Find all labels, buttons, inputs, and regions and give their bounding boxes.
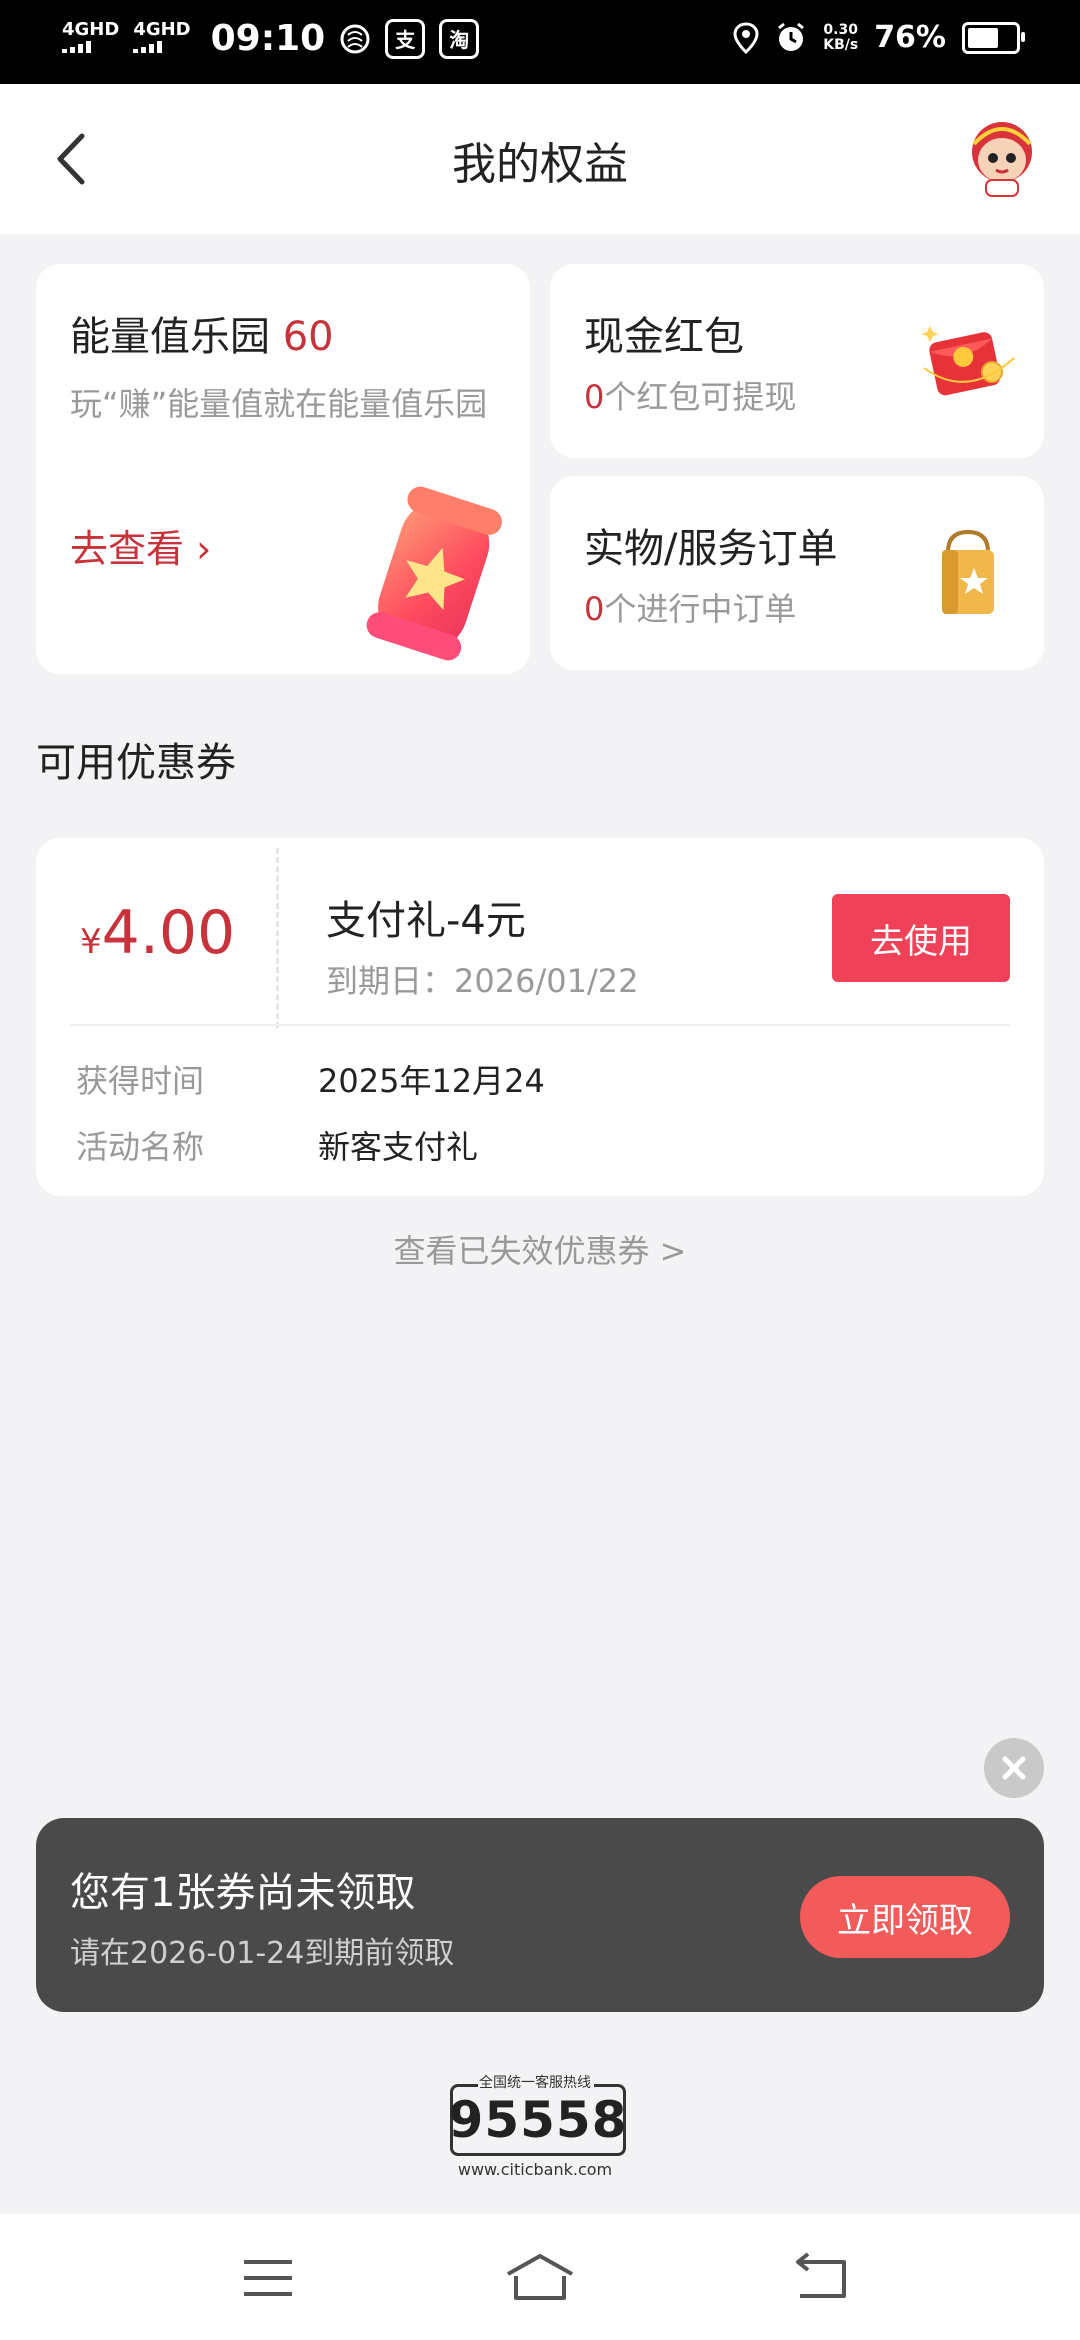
taobao-icon: 淘 [439, 18, 480, 59]
banner-title: 您有1张券尚未领取 [70, 1870, 416, 1916]
hotline-url: www.citicbank.com [457, 2160, 613, 2179]
system-navbar [0, 2214, 1080, 2340]
shopping-bag-icon [942, 529, 994, 614]
battery-icon [962, 21, 1025, 54]
close-icon [1002, 1756, 1026, 1780]
signal-bars-icon [133, 40, 163, 53]
red-packet-icon [921, 326, 1015, 396]
return-icon [796, 2252, 846, 2298]
use-coupon-button[interactable]: 去使用 [832, 894, 1010, 982]
home-icon [507, 2254, 573, 2300]
signal-bars-icon [62, 40, 91, 53]
battery-percent: 76% [874, 20, 946, 55]
menu-icon [244, 2260, 292, 2296]
mascot-icon [972, 122, 1032, 197]
network-speed: 0.30 KB/s [823, 21, 859, 53]
signal-2: 4GHD [133, 20, 191, 57]
energy-value: 60 [282, 314, 334, 360]
coupon-price: ¥4.00 [80, 898, 236, 968]
menu-button[interactable] [230, 2250, 310, 2306]
claim-now-button[interactable]: 立即领取 [800, 1876, 1010, 1958]
coupon-card: ¥4.00 支付礼-4元 到期日：2026/01/22 去使用 获得时间 2025… [36, 838, 1044, 1196]
coupon-name: 支付礼-4元 [326, 898, 526, 944]
status-bar: 4GHD 4GHD 09:10 支 淘 0.30 KB/s 76% [0, 0, 1080, 84]
page-title: 我的权益 [452, 139, 628, 190]
unclaimed-coupon-banner: 您有1张券尚未领取 请在2026-01-24到期前领取 立即领取 [36, 1818, 1044, 2012]
coupon-separator [70, 1024, 1010, 1026]
close-popup-button[interactable] [984, 1738, 1044, 1798]
coupon-acquired-row: 获得时间 2025年12月24 [76, 1062, 545, 1100]
header: 我的权益 [0, 84, 1080, 234]
clock: 09:10 [210, 18, 326, 59]
orders-sub: 0个进行中订单 [584, 590, 797, 628]
orders-title: 实物/服务订单 [584, 526, 838, 572]
cash-redpacket-card[interactable]: 现金红包 0个红包可提现 [550, 264, 1044, 458]
alipay-icon: 支 [385, 18, 426, 59]
coupon-expire-date: 到期日：2026/01/22 [326, 962, 639, 1000]
alarm-icon [778, 22, 805, 51]
energy-jar-icon [366, 486, 502, 661]
banner-subtitle: 请在2026-01-24到期前领取 [70, 1936, 455, 1971]
hotline-badge: 95558 全国统一客服热线 www.citicbank.com [424, 2070, 656, 2200]
notification-app-icon [340, 24, 370, 53]
view-expired-coupons-link[interactable]: 查看已失效优惠券 > [0, 1226, 1080, 1272]
location-icon [733, 21, 759, 54]
redpacket-title: 现金红包 [584, 314, 744, 360]
section-title: 可用优惠券 [36, 740, 236, 786]
redpacket-sub: 0个红包可提现 [584, 378, 797, 416]
back-nav-button[interactable] [780, 2250, 860, 2306]
home-button[interactable] [500, 2250, 580, 2306]
energy-desc: 玩“赚”能量值就在能量值乐园 [70, 385, 488, 423]
signal-1: 4GHD [62, 20, 119, 57]
energy-title: 能量值乐园 60 [70, 314, 334, 360]
energy-park-card[interactable]: 能量值乐园 60 玩“赚”能量值就在能量值乐园 去查看 › [36, 264, 530, 674]
orders-card[interactable]: 实物/服务订单 0个进行中订单 [550, 476, 1044, 670]
view-energy-link[interactable]: 去查看 › [70, 518, 211, 573]
hotline-number: 95558 [449, 2084, 626, 2156]
mascot-avatar[interactable] [960, 114, 1044, 198]
coupon-activity-row: 活动名称 新客支付礼 [76, 1128, 479, 1166]
coupon-divider [276, 848, 279, 1028]
hotline-caption: 全国统一客服热线 [479, 2075, 591, 2091]
